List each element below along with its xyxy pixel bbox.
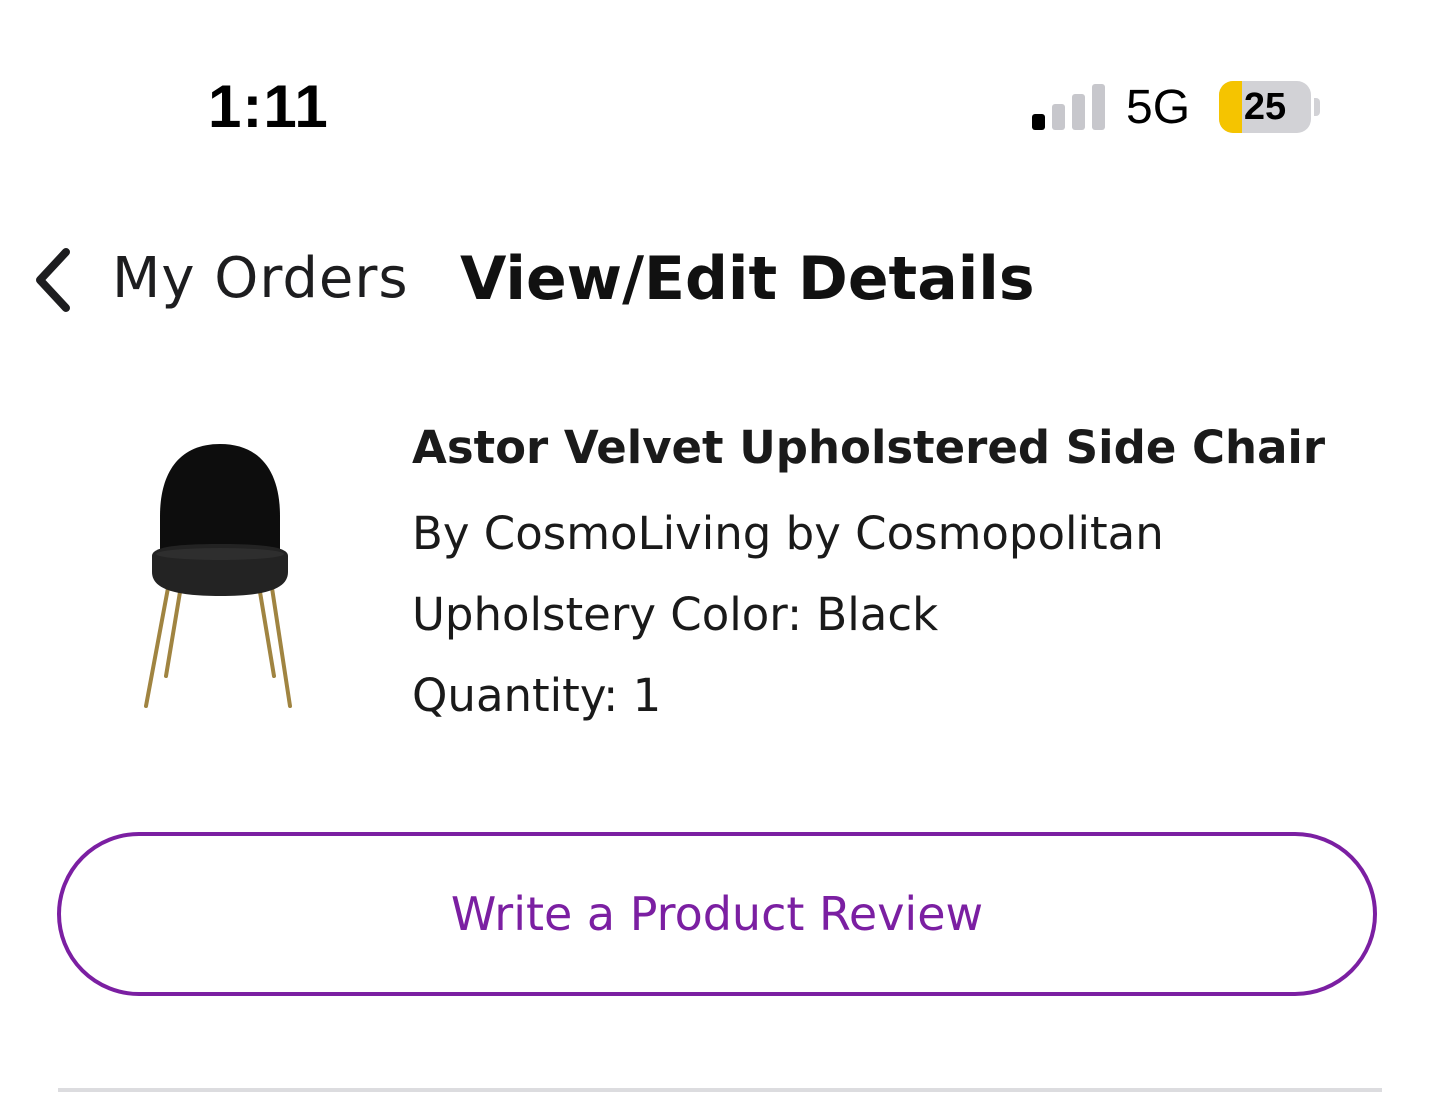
battery-percent: 25 <box>1243 86 1287 128</box>
product-upholstery-color: Upholstery Color: Black <box>412 588 939 641</box>
nav-header: My Orders View/Edit Details <box>0 220 1440 340</box>
cellular-signal-icon <box>1032 84 1106 130</box>
signal-bar-1 <box>1032 114 1045 130</box>
signal-bar-3 <box>1072 94 1085 130</box>
status-time: 1:11 <box>208 73 329 140</box>
battery-cap <box>1314 98 1320 116</box>
divider <box>58 1088 1382 1092</box>
battery-icon: 25 <box>1219 81 1311 133</box>
back-button-my-orders[interactable]: My Orders <box>112 246 409 311</box>
network-type: 5G <box>1126 81 1191 134</box>
signal-bar-2 <box>1052 104 1065 130</box>
product-name[interactable]: Astor Velvet Upholstered Side Chair <box>412 418 1372 478</box>
product-quantity: Quantity: 1 <box>412 669 662 722</box>
write-review-button[interactable]: Write a Product Review <box>57 832 1377 996</box>
product-brand: By CosmoLiving by Cosmopolitan <box>412 507 1164 560</box>
signal-bar-4 <box>1092 84 1105 130</box>
page-title: View/Edit Details <box>460 244 1035 314</box>
chevron-left-icon[interactable] <box>28 244 78 316</box>
product-info: Astor Velvet Upholstered Side Chair By C… <box>412 418 1372 747</box>
product-image[interactable] <box>130 430 310 720</box>
status-bar: 1:11 5G 25 <box>0 0 1440 170</box>
